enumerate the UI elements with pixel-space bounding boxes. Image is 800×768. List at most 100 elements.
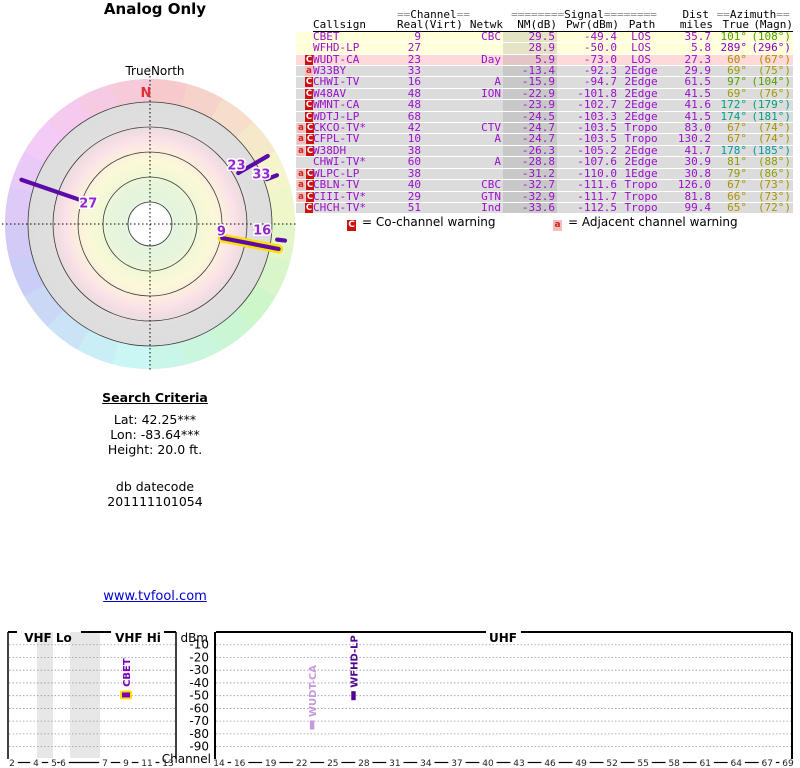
radar-title: Analog Only [103, 0, 207, 18]
channel-tick-label: 34 [420, 759, 432, 768]
warning-markers: C [296, 54, 313, 65]
cell-virtual-channel [423, 157, 463, 168]
table-row: C CHCH-TV* 51 Ind -33.6 -112.5 Tropo 99.4 65° (72… [296, 200, 794, 214]
cell-azimuth-true: 65° [727, 200, 748, 214]
warning-markers: aC [296, 168, 314, 179]
warning-markers: a [296, 66, 313, 77]
cell-network: ION [481, 86, 502, 100]
adjacent-channel-warning-icon: a [297, 168, 305, 179]
legend-co-channel-label: = Co-channel warning [362, 215, 496, 229]
legend-adjacent-channel-label: = Adjacent channel warning [568, 215, 738, 229]
adjacent-channel-warning-icon: a [305, 66, 313, 77]
warning-markers: aC [296, 145, 314, 156]
cell-network: A [494, 132, 502, 146]
cell-virtual-channel [423, 202, 463, 213]
search-lon: Lon: -83.64*** [110, 427, 200, 442]
warning-markers: C [296, 111, 313, 122]
legend-co-channel: C = Co-channel warning [347, 215, 496, 231]
station-marker-label: WUDT-CA [308, 665, 319, 717]
cell-azimuth-magnetic: (72°) [757, 200, 792, 214]
channel-tick-label: 6 [60, 759, 66, 768]
warning-markers [296, 43, 313, 54]
co-channel-warning-icon: C [305, 111, 313, 122]
db-datecode-label: db datecode [115, 479, 195, 494]
warning-legend: C = Co-channel warning a = Adjacent channe… [296, 215, 796, 231]
cell-callsign: CHCH-TV* [313, 200, 366, 214]
adjacent-channel-warning-icon: a [553, 220, 562, 231]
co-channel-warning-icon: C [305, 54, 313, 65]
warning-markers: aC [296, 123, 314, 134]
band-gap [70, 632, 100, 758]
signal-spoke [275, 237, 288, 243]
co-channel-warning-icon: C [305, 100, 313, 111]
cell-network: Day [481, 52, 502, 66]
cell-virtual-channel [423, 134, 463, 145]
warning-markers [296, 157, 313, 168]
channel-tick-label: 55 [637, 759, 648, 768]
station-marker-label: WFHD-LP [349, 635, 360, 688]
band-gap [37, 632, 53, 758]
channel-tick-label: 19 [265, 759, 277, 768]
channel-tick-label: 11 [141, 759, 152, 768]
tvfool-report: Analog Only TrueNorth N 9 16 23 33 27 ==Chann… [0, 0, 800, 768]
adjacent-channel-warning-icon: a [297, 191, 305, 202]
channel-tick-label: 25 [327, 759, 338, 768]
tvfool-link[interactable]: www.tvfool.com [103, 589, 207, 604]
channel-tick-label: 52 [606, 759, 617, 768]
channel-tick-label: 37 [451, 759, 462, 768]
cell-path: Tropo [624, 200, 658, 214]
spectrum-chart: VHF Lo VHF Hi UHFdBm-10-20-30-40-50-60-70-… [7, 631, 794, 768]
adjacent-channel-warning-icon: a [297, 180, 305, 191]
channel-tick-label: 5 [51, 759, 57, 768]
adjacent-channel-warning-icon: a [297, 134, 305, 145]
legend-adjacent-channel: a = Adjacent channel warning [553, 215, 738, 231]
channel-tick-label: 64 [731, 759, 743, 768]
db-datecode-value: 201111101054 [107, 494, 203, 509]
warning-markers: C [296, 100, 313, 111]
channel-tick-label: 28 [358, 759, 370, 768]
warning-markers: aC [296, 134, 314, 145]
channel-tick-label: 49 [575, 759, 587, 768]
cell-miles: 99.4 [684, 200, 712, 214]
cell-virtual-channel [423, 168, 463, 179]
search-criteria-title: Search Criteria [102, 390, 208, 405]
cell-virtual-channel [423, 100, 463, 111]
cell-virtual-channel [423, 54, 463, 65]
spoke-channel-label: 27 [79, 197, 97, 212]
channel-tick-label: 13 [162, 759, 173, 768]
station-table: ==Channel== ========Signal======== Dist ==A… [296, 9, 794, 214]
cell-virtual-channel [423, 180, 463, 191]
channel-tick-label: 7 [102, 759, 108, 768]
channel-tick-label: 9 [123, 759, 129, 768]
cell-network [463, 100, 503, 111]
tvfool-link-wrap: www.tvfool.com [40, 589, 270, 604]
uhf-label: UHF [489, 631, 517, 645]
co-channel-warning-icon: C [347, 220, 356, 231]
adjacent-channel-warning-icon: a [297, 145, 305, 156]
vhf-hi-label: VHF Hi [115, 631, 161, 645]
channel-tick-label: 40 [482, 759, 494, 768]
channel-tick-label: 31 [389, 759, 400, 768]
cell-nm-db: -33.6 [503, 202, 558, 214]
co-channel-warning-icon: C [305, 88, 313, 99]
cell-virtual-channel [423, 43, 463, 54]
spoke-channel-label: 33 [252, 167, 270, 182]
warning-markers: C [296, 88, 313, 99]
search-criteria: Search Criteria Lat: 42.25*** Lon: -83.6… [40, 390, 270, 509]
channel-tick-label: 67 [762, 759, 773, 768]
warning-markers: C [296, 202, 313, 213]
cell-virtual-channel [423, 88, 463, 99]
spoke-channel-label: 23 [227, 159, 245, 174]
co-channel-warning-icon: C [305, 202, 313, 213]
search-height: Height: 20.0 ft. [107, 442, 203, 457]
channel-tick-label: 61 [699, 759, 710, 768]
station-table-wrap: ==Channel== ========Signal======== Dist ==A… [296, 9, 796, 214]
channel-tick-label: 69 [782, 759, 794, 768]
channel-tick-label: 4 [33, 759, 39, 768]
cell-virtual-channel [423, 66, 463, 77]
cell-network: CBC [481, 29, 502, 43]
channel-tick-label: 43 [513, 759, 524, 768]
spoke-channel-label: 9 [217, 224, 226, 239]
cell-real-channel: 51 [407, 200, 421, 214]
search-lat: Lat: 42.25*** [113, 412, 197, 427]
